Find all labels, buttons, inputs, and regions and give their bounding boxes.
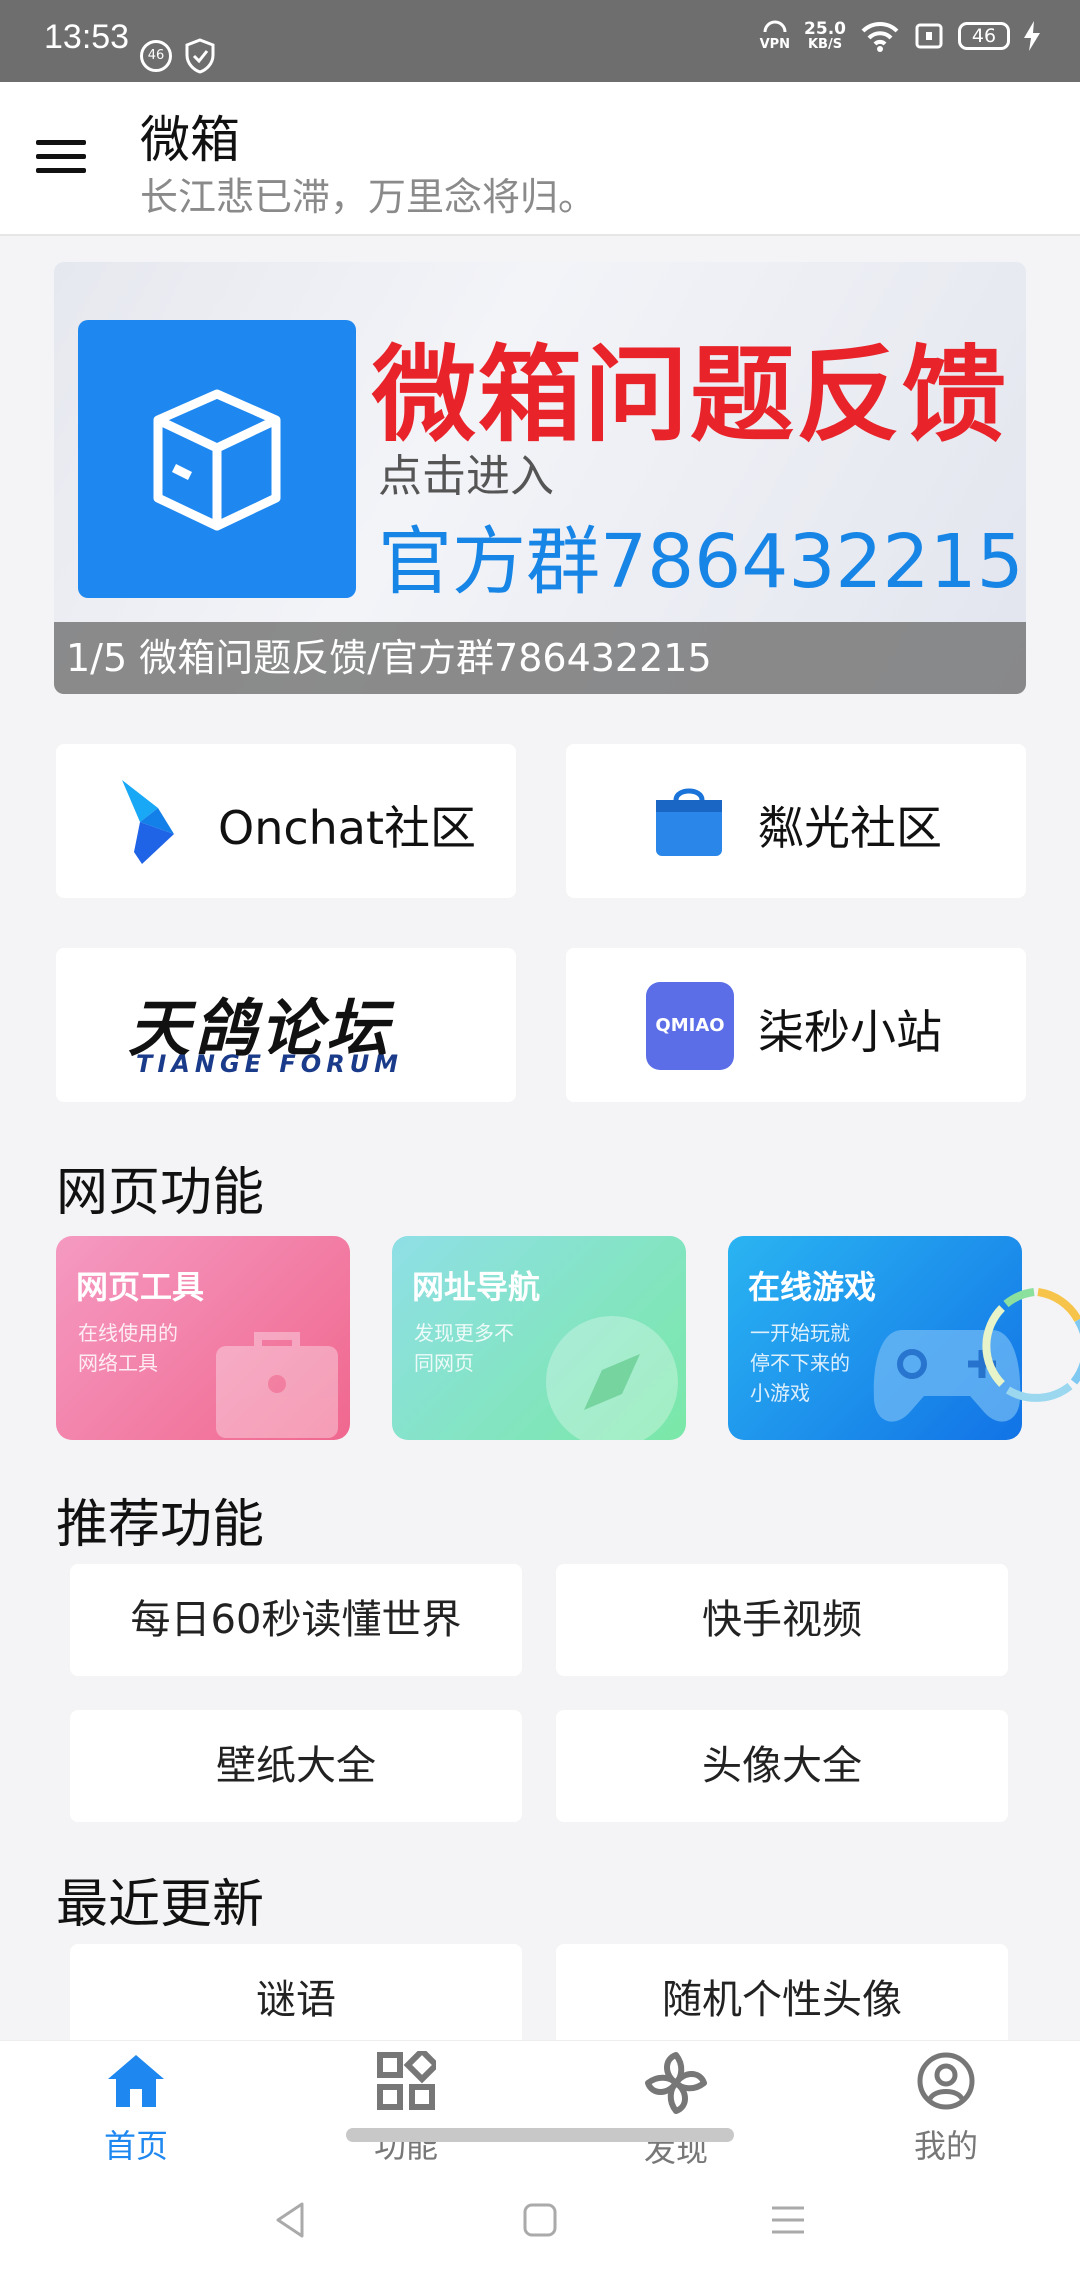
tile-web-tools[interactable]: 网页工具 在线使用的 网络工具	[56, 1236, 350, 1440]
qmiao-logo-icon: QMIAO	[646, 982, 734, 1070]
recommended-item[interactable]: 快手视频	[556, 1564, 1008, 1676]
app-bar: 微箱 长江悲已滞，万里念将归。	[0, 82, 1080, 236]
feedback-banner[interactable]: 微箱问题反馈 点击进入 官方群786432215 1/5 微箱问题反馈/官方群7…	[54, 262, 1026, 694]
system-recents-icon[interactable]	[768, 2200, 808, 2240]
network-4g-icon: 46	[140, 40, 172, 72]
vpn-icon: VPN	[760, 20, 790, 52]
tile-description: 发现更多不 同网页	[414, 1321, 514, 1375]
charging-bolt-icon	[1024, 21, 1040, 51]
section-title-web: 网页功能	[56, 1163, 265, 1223]
community-card-linguang[interactable]: 粼光社区	[566, 744, 1026, 898]
app-subtitle: 长江悲已滞，万里念将归。	[140, 175, 597, 219]
grid-icon	[377, 2046, 441, 2110]
nav-tab-home[interactable]: 首页	[56, 2051, 216, 2167]
banner-caption: 1/5 微箱问题反馈/官方群786432215	[54, 622, 1026, 694]
status-bar: 13:53 46 VPN 25.0 KB/S 46	[0, 0, 1080, 82]
onchat-logo-icon	[122, 780, 174, 864]
tile-description: 在线使用的 网络工具	[78, 1321, 178, 1375]
tile-description: 一开始玩就 停不下来的 小游戏	[750, 1321, 850, 1405]
gesture-bar[interactable]	[346, 2128, 734, 2142]
community-card-onchat[interactable]: Onchat社区	[56, 744, 516, 898]
tile-title: 网页工具	[76, 1268, 205, 1306]
system-home-icon[interactable]	[520, 2200, 560, 2240]
recent-item[interactable]: 谜语	[70, 1944, 522, 2040]
banner-group-number: 官方群786432215	[378, 519, 1024, 605]
recent-item[interactable]: 随机个性头像	[556, 1944, 1008, 2040]
pinwheel-icon	[645, 2052, 707, 2114]
community-label: 粼光社区	[758, 801, 942, 855]
community-card-tiange[interactable]: 天鸽论坛 TIANGE FORUM	[56, 948, 516, 1102]
tile-title: 在线游戏	[748, 1268, 877, 1306]
section-title-recommended: 推荐功能	[56, 1495, 265, 1555]
network-speed: 25.0 KB/S	[804, 18, 846, 52]
banner-title: 微箱问题反馈	[372, 334, 1009, 456]
community-label: Onchat社区	[218, 801, 477, 855]
nav-tab-profile[interactable]: 我的	[866, 2051, 1026, 2167]
compass-icon	[546, 1316, 678, 1440]
app-title: 微箱	[140, 111, 240, 169]
nav-label: 首页	[103, 2127, 168, 2165]
banner-subtitle: 点击进入	[378, 451, 554, 502]
user-icon	[917, 2052, 975, 2110]
section-title-recent: 最近更新	[56, 1875, 265, 1935]
system-back-icon[interactable]	[270, 2200, 310, 2240]
box-logo-icon	[78, 320, 356, 598]
community-label: 柒秒小站	[758, 1005, 942, 1059]
nfc-icon	[915, 23, 943, 49]
floating-ring-icon[interactable]	[978, 1286, 1080, 1406]
recommended-item[interactable]: 每日60秒读懂世界	[70, 1564, 522, 1676]
menu-icon[interactable]	[36, 140, 88, 176]
shopping-bag-icon	[656, 788, 722, 856]
recommended-item[interactable]: 头像大全	[556, 1710, 1008, 1822]
community-card-qmiao[interactable]: QMIAO 柒秒小站	[566, 948, 1026, 1102]
nav-tab-discover[interactable]: 发现	[596, 2051, 756, 2171]
shield-check-icon	[185, 38, 215, 74]
tile-title: 网址导航	[412, 1268, 541, 1306]
tile-url-navigation[interactable]: 网址导航 发现更多不 同网页	[392, 1236, 686, 1440]
nav-label: 我的	[913, 2127, 978, 2165]
bottom-navigation: 首页 功能 发现 我的	[0, 2040, 1080, 2280]
nav-tab-functions[interactable]: 功能	[326, 2046, 486, 2167]
tiange-logo-subtext: TIANGE FORUM	[136, 1050, 404, 1078]
battery-icon: 46	[958, 22, 1010, 50]
wifi-icon	[861, 21, 899, 52]
recommended-item[interactable]: 壁纸大全	[70, 1710, 522, 1822]
home-icon	[108, 2055, 164, 2107]
briefcase-icon	[216, 1332, 338, 1438]
status-time: 13:53	[44, 18, 130, 56]
